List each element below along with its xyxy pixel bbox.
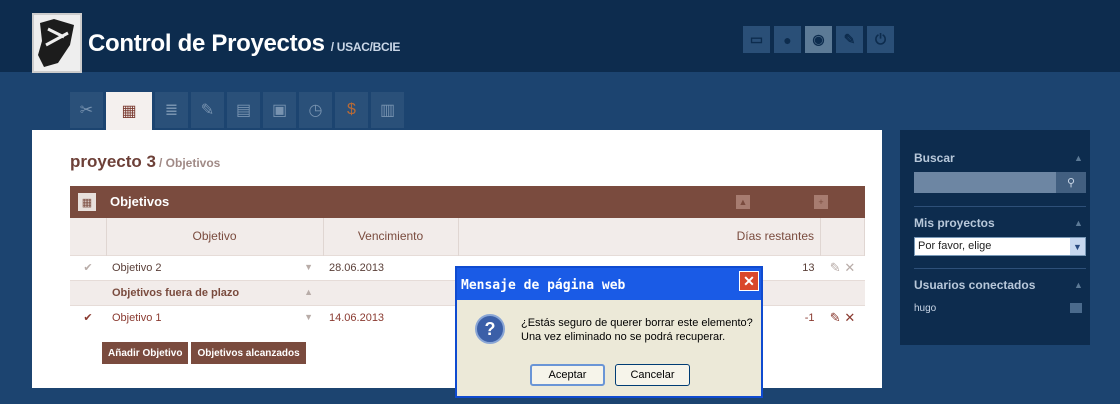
dialog-title: Mensaje de página web [461, 278, 626, 293]
project-name: proyecto 3 [70, 152, 156, 171]
row-actions: ✎ ✕ [820, 254, 865, 280]
due-date: 14.06.2013 [323, 304, 458, 330]
calendar-icon[interactable]: ▦ [106, 92, 152, 130]
search-icon[interactable]: ⚲ [1056, 172, 1086, 193]
globe-icon[interactable]: ◉ [805, 26, 832, 53]
dialog-message: ¿Estás seguro de querer borrar este elem… [521, 316, 753, 344]
cancel-button[interactable]: Cancelar [615, 364, 690, 386]
list-icon[interactable]: ≣ [155, 92, 188, 128]
column-header-objetivo[interactable]: Objetivo [106, 218, 324, 255]
chevron-up-icon[interactable]: ▲ [304, 287, 313, 297]
question-icon: ? [475, 314, 505, 344]
user-icon[interactable]: ● [774, 26, 801, 53]
app-title-text: Control de Proyectos [88, 30, 325, 57]
add-objective-button[interactable]: Añadir Objetivo [102, 342, 189, 364]
dialog-titlebar[interactable]: Mensaje de página web ✕ [457, 268, 761, 300]
page-title: proyecto 3/ Objetivos [70, 152, 220, 172]
edit-icon[interactable]: ✎ [830, 260, 841, 275]
divider [914, 206, 1086, 207]
late-section-empty [323, 279, 458, 305]
edit-icon[interactable]: ✎ [830, 310, 841, 325]
tools-icon[interactable]: ✂ [70, 92, 103, 128]
chevron-down-icon[interactable]: ▼ [1070, 238, 1085, 255]
monitor-icon[interactable]: ▭ [743, 26, 770, 53]
objective-name-cell: Objetivo 2 ▼ [106, 254, 323, 280]
dialog-message-line1: ¿Estás seguro de querer borrar este elem… [521, 317, 753, 329]
clipboard-icon[interactable]: ▥ [371, 92, 404, 128]
project-section: / Objetivos [158, 156, 221, 170]
dialog-body: ? ¿Estás seguro de querer borrar este el… [457, 300, 761, 396]
collapse-icon[interactable]: ▲ [1074, 280, 1083, 290]
top-toolbar: ▭ ● ◉ ✎ ⏻ [743, 26, 894, 53]
collapse-icon[interactable]: ▲ [1074, 218, 1083, 228]
projects-selected-value: Por favor, elige [918, 240, 992, 252]
clock-icon[interactable]: ◷ [299, 92, 332, 128]
logo [32, 13, 82, 73]
objective-name-cell: Objetivo 1 ▼ [106, 304, 323, 330]
check-icon[interactable]: ✔ [70, 254, 106, 280]
objectives-header: ▦ Objetivos ▲ + [70, 186, 865, 218]
document-icon[interactable]: ▣ [263, 92, 296, 128]
delete-icon[interactable]: ✕ [844, 260, 855, 275]
module-tabs: ✂ ▦ ≣ ✎ ▤ ▣ ◷ $ ▥ [70, 92, 404, 130]
search-label: Buscar [914, 151, 955, 165]
chevron-down-icon: ▼ [304, 311, 313, 322]
projects-select[interactable]: Por favor, elige ▼ [914, 237, 1086, 256]
dialog-message-line2: Una vez eliminado no se podrá recuperar. [521, 331, 726, 343]
confirm-dialog: Mensaje de página web ✕ ? ¿Estás seguro … [455, 266, 763, 398]
column-header-actions [820, 218, 865, 255]
table-actions: Añadir Objetivo Objetivos alcanzados [102, 342, 306, 364]
connected-users-label: Usuarios conectados [914, 278, 1036, 292]
close-icon[interactable]: ✕ [739, 271, 759, 291]
objective-name: Objetivo 1 [112, 311, 162, 324]
add-icon[interactable]: + [814, 195, 828, 209]
edit-icon[interactable]: ✎ [191, 92, 224, 128]
collapse-icon[interactable]: ▲ [736, 195, 750, 209]
connected-user[interactable]: hugo [914, 303, 936, 314]
forms-icon[interactable]: ▤ [227, 92, 260, 128]
column-header-check [70, 218, 107, 255]
app-title: Control de Proyectos / USAC/BCIE [88, 30, 400, 58]
sidebar: Buscar ▲ ⚲ Mis proyectos ▲ Por favor, el… [900, 130, 1090, 345]
collapse-icon[interactable]: ▲ [1074, 153, 1083, 163]
chat-icon[interactable] [1070, 303, 1082, 313]
late-section-label: Objetivos fuera de plazo [112, 286, 240, 299]
check-icon[interactable]: ✔ [70, 304, 106, 330]
column-header-vencimiento[interactable]: Vencimiento [323, 218, 459, 255]
late-section-empty [820, 279, 865, 305]
achieved-objectives-button[interactable]: Objetivos alcanzados [191, 342, 306, 364]
wrench-icon[interactable]: ✎ [836, 26, 863, 53]
top-bar: Control de Proyectos / USAC/BCIE ▭ ● ◉ ✎ … [0, 0, 1120, 73]
calendar-icon: ▦ [78, 193, 96, 211]
delete-icon[interactable]: ✕ [844, 310, 855, 325]
app-subtitle: / USAC/BCIE [330, 40, 401, 54]
projects-label: Mis proyectos [914, 216, 995, 230]
late-section-cell: Objetivos fuera de plazo ▲ [106, 279, 323, 305]
power-icon[interactable]: ⏻ [867, 26, 894, 53]
late-section-spacer [70, 279, 106, 305]
chevron-down-icon: ▼ [304, 261, 313, 272]
objectives-header-label: Objetivos [110, 194, 170, 209]
search-input[interactable] [914, 172, 1056, 193]
divider [914, 268, 1086, 269]
accept-button[interactable]: Aceptar [530, 364, 605, 386]
money-bag-icon[interactable]: $ [335, 92, 368, 128]
column-header-dias[interactable]: Días restantes [458, 218, 821, 255]
objective-name: Objetivo 2 [112, 261, 162, 274]
row-actions: ✎ ✕ [820, 304, 865, 330]
due-date: 28.06.2013 [323, 254, 458, 280]
